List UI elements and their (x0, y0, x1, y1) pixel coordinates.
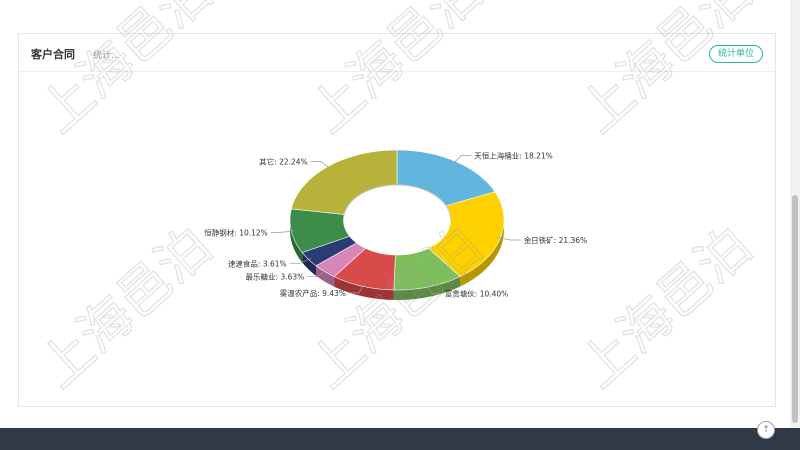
scrollbar[interactable] (790, 0, 800, 428)
donut-chart: 天恒上海桶业: 18.21%金日铁矿: 21.36%富贵塘伙: 10.40%雾温… (28, 0, 764, 400)
slice-label-4: 最乐糖业: 3.63% (246, 272, 305, 282)
watermark-text-1: 上海邑泊 (299, 0, 494, 145)
watermark-text-3: 上海邑泊 (29, 216, 224, 400)
slice-label-7: 其它: 22.24% (259, 156, 308, 166)
watermark-text-5: 上海邑泊 (569, 216, 764, 400)
footer-bar (0, 428, 800, 450)
arrow-up-icon: ↑ (762, 425, 770, 435)
watermark-group: 上海邑泊 上海邑泊 上海邑泊上海邑泊 上海邑泊 上海邑泊 (28, 0, 764, 400)
back-to-top-button[interactable]: ↑ (757, 421, 775, 439)
slice-label-0: 天恒上海桶业: 18.21% (474, 151, 553, 161)
page: 客户合同 统计... 统计单位 天恒上海桶业: 18.21% 金日铁矿: 21.3… (0, 0, 800, 450)
slice-label-3: 雾温农产品: 9.43% (280, 288, 346, 298)
watermark-text-2: 上海邑泊 (569, 0, 764, 145)
slice-label-6: 恒静钢材: 10.12% (204, 227, 268, 237)
slice-label-5: 速速食品: 3.61% (228, 258, 287, 268)
slice-label-1: 金日铁矿: 21.36% (524, 235, 588, 245)
scrollbar-thumb[interactable] (792, 195, 798, 423)
watermark-text-0: 上海邑泊 (29, 0, 224, 145)
